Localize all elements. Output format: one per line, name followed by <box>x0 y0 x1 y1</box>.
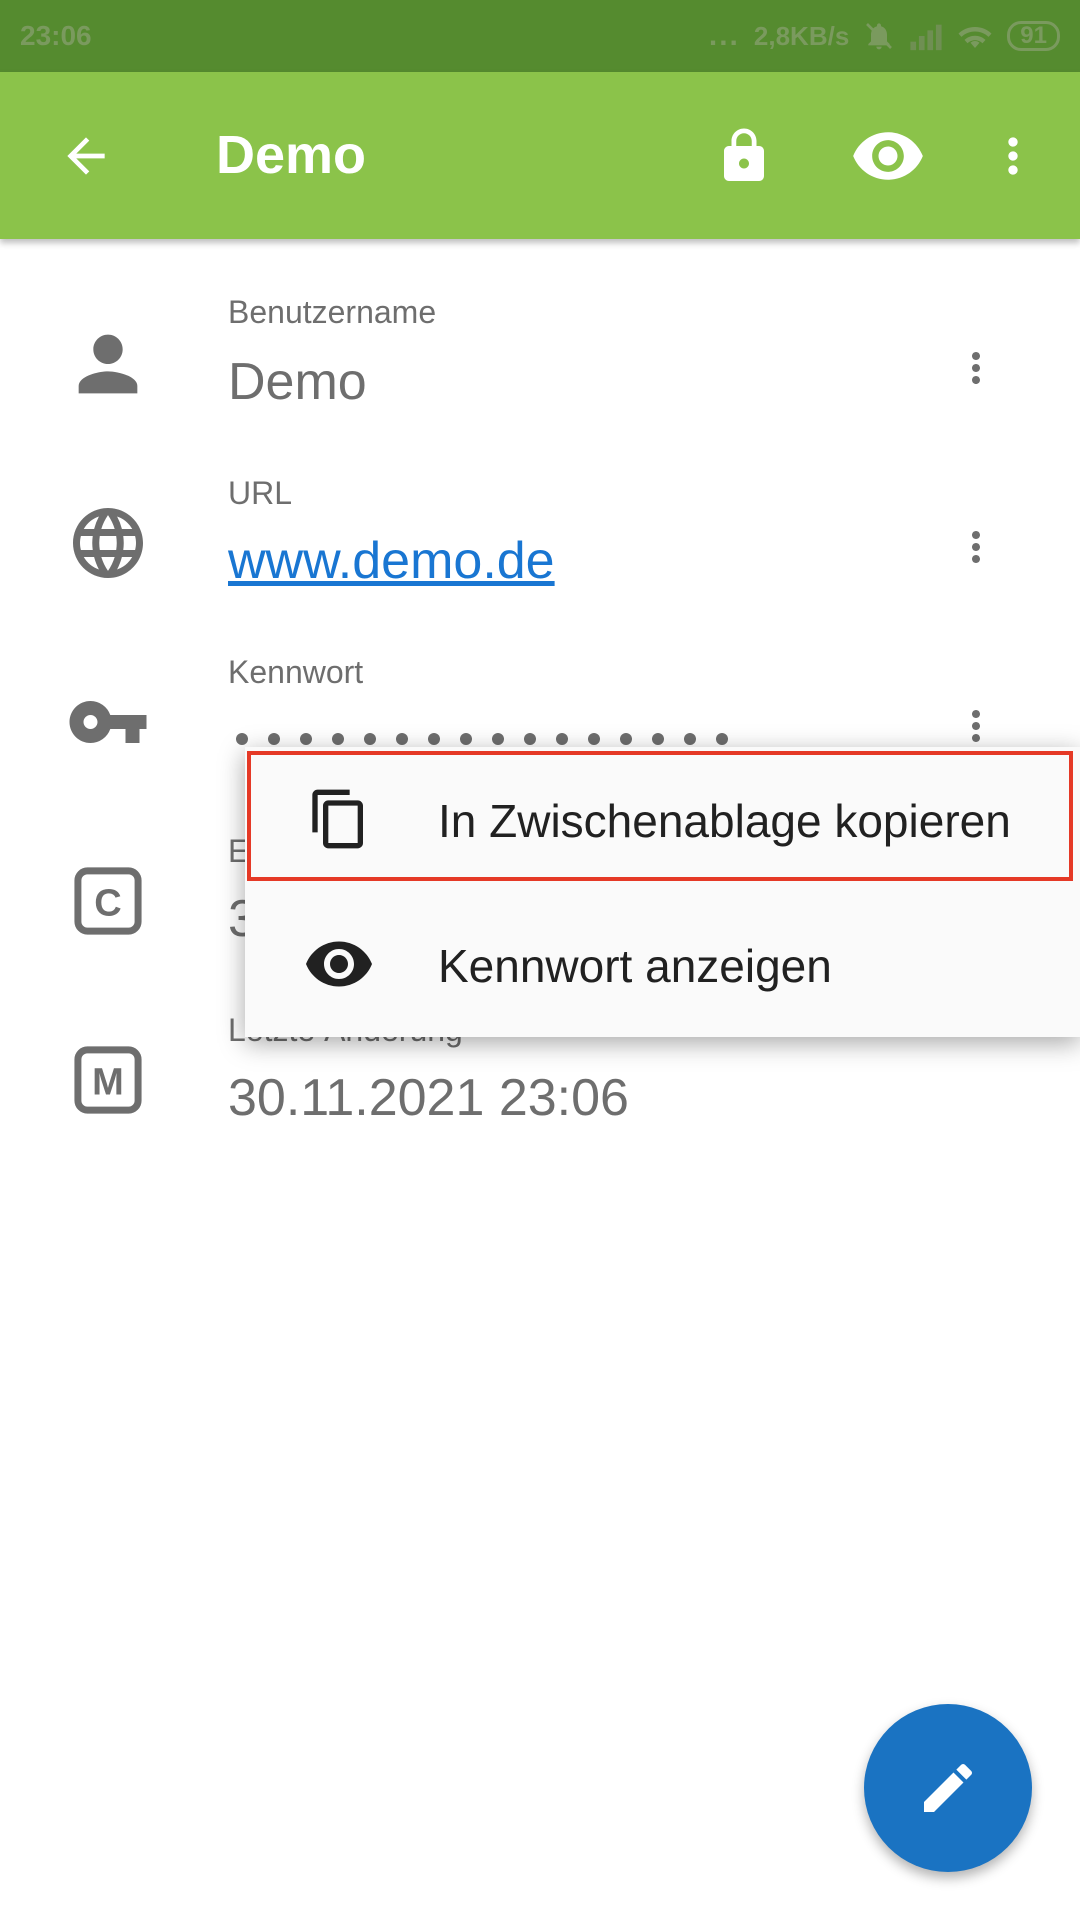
svg-text:M: M <box>92 1061 124 1103</box>
app-bar: Demo <box>0 72 1080 239</box>
signal-icon <box>909 21 943 51</box>
eye-icon <box>853 132 923 180</box>
field-url: URL www.demo.de <box>0 469 1080 639</box>
show-password-button[interactable] <box>848 116 928 196</box>
field-label: Benutzername <box>228 294 437 330</box>
menu-item-label: In Zwischenablage kopieren <box>438 795 1011 847</box>
password-dot <box>684 733 696 745</box>
password-dot <box>300 733 312 745</box>
password-dot <box>652 733 664 745</box>
password-dot <box>268 733 280 745</box>
key-icon <box>64 678 152 766</box>
password-masked-value[interactable] <box>236 733 728 745</box>
status-dots: ... <box>708 19 740 52</box>
menu-item-label: Kennwort anzeigen <box>438 940 832 992</box>
password-dot <box>556 733 568 745</box>
arrow-back-icon <box>67 137 105 175</box>
password-dot <box>620 733 632 745</box>
password-dot <box>396 733 408 745</box>
password-dot <box>332 733 344 745</box>
field-more-button[interactable] <box>940 511 1012 583</box>
password-dot <box>236 733 248 745</box>
password-dot <box>460 733 472 745</box>
page-title: Demo <box>216 125 367 185</box>
lock-icon <box>724 128 764 181</box>
field-username: Benutzername Demo <box>0 290 1080 460</box>
menu-item-copy-to-clipboard[interactable]: In Zwischenablage kopieren <box>245 747 1080 892</box>
more-vert-icon <box>972 531 980 563</box>
status-time: 23:06 <box>20 20 92 51</box>
svg-text:C: C <box>94 882 121 924</box>
status-bar: 23:06 ... 2,8KB/s 91 <box>0 0 1080 72</box>
more-vert-icon <box>1008 137 1018 175</box>
password-dot <box>428 733 440 745</box>
wifi-icon <box>957 21 993 51</box>
eye-icon <box>303 928 375 1000</box>
more-vert-icon <box>972 710 980 742</box>
globe-icon <box>64 499 152 587</box>
overflow-menu-button[interactable] <box>973 116 1053 196</box>
menu-item-show-password[interactable]: Kennwort anzeigen <box>245 892 1080 1037</box>
more-vert-icon <box>972 352 980 384</box>
password-dot <box>492 733 504 745</box>
field-label: URL <box>228 475 293 511</box>
password-context-menu: In Zwischenablage kopieren Kennwort anze… <box>245 747 1080 1037</box>
copy-icon <box>303 783 375 855</box>
password-dot <box>716 733 728 745</box>
field-value: 30.11.2021 23:06 <box>228 1069 629 1127</box>
modified-m-icon: M <box>64 1036 152 1124</box>
back-button[interactable] <box>46 116 126 196</box>
password-dot <box>524 733 536 745</box>
battery-icon: 91 <box>1007 21 1060 51</box>
field-label: Kennwort <box>228 654 364 690</box>
mute-icon <box>863 20 895 52</box>
url-link[interactable]: www.demo.de <box>228 531 555 591</box>
field-more-button[interactable] <box>940 332 1012 404</box>
lock-button[interactable] <box>704 116 784 196</box>
field-value[interactable]: Demo <box>228 352 367 412</box>
password-dot <box>364 733 376 745</box>
status-right: ... 2,8KB/s 91 <box>709 19 1060 53</box>
edit-fab[interactable] <box>864 1704 1032 1872</box>
created-c-icon: C <box>64 857 152 945</box>
status-speed: 2,8KB/s <box>753 20 850 51</box>
password-dot <box>588 733 600 745</box>
person-icon <box>64 320 152 408</box>
edit-pencil-icon <box>924 1763 973 1812</box>
